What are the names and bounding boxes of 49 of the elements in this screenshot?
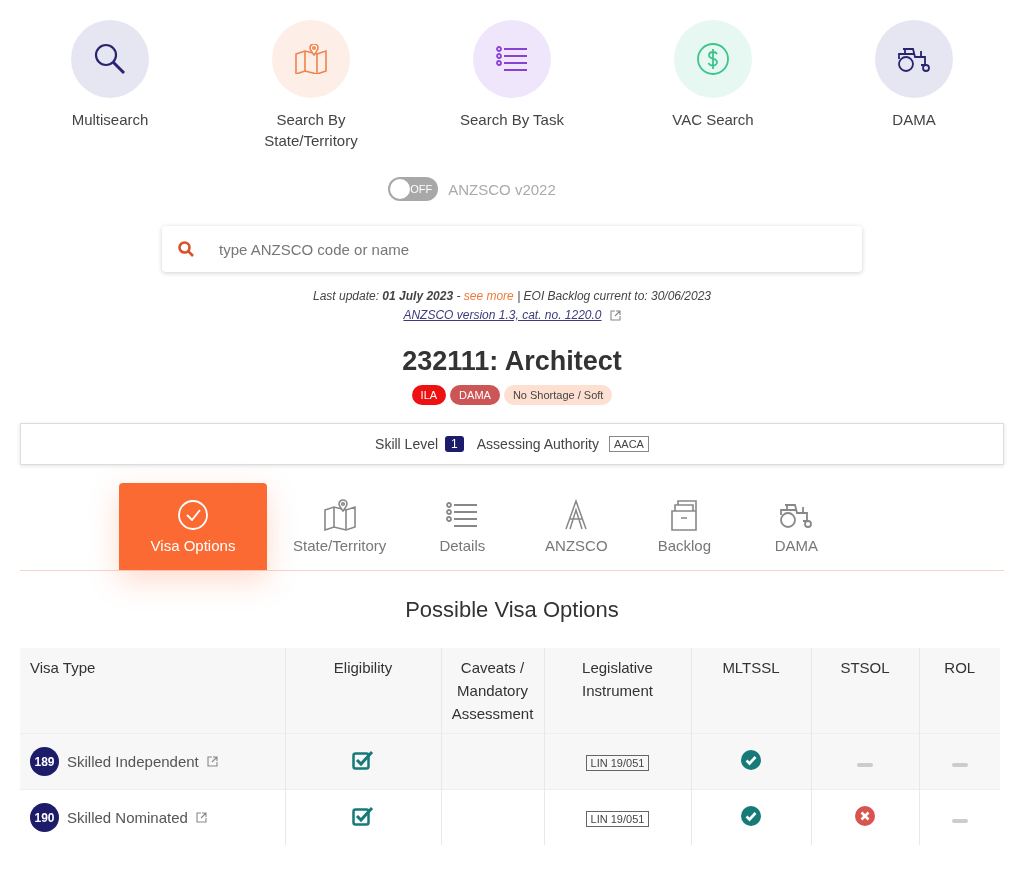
tab[interactable]: Details [412,483,513,570]
tag: No Shortage / Soft [503,385,613,405]
nav-label[interactable]: Multisearch [45,109,175,130]
nav-label[interactable]: Search By State/Territory [246,109,376,151]
nav-label[interactable]: Search By Task [447,109,577,130]
visa-code-badge: 190 [30,803,59,832]
external-link-icon [609,309,621,321]
tag: ILA [411,385,447,405]
search-field[interactable]: type ANZSCO code or name [162,226,862,272]
letter-a-icon [564,499,589,531]
nav-label[interactable]: DAMA [849,109,979,130]
tag: DAMA [450,385,500,405]
column-header: STSOL [811,648,919,734]
tab[interactable]: DAMA [746,483,847,570]
tab[interactable]: State/Territory [281,483,399,570]
box-icon [670,499,699,531]
check-circle-icon [177,499,209,531]
section-heading: Possible Visa Options [404,597,620,623]
column-header: Eligibility [285,648,441,734]
update-text: Last update: 01 July 2023 - see more | EOI Backlog current to: 30/06/2023 [312,289,712,303]
list-icon [496,46,528,72]
anzsco-version-link[interactable]: ANZSCO version 1.3, cat. no. 1220.0 [403,308,602,322]
dollar-icon [696,42,730,76]
authority-label: Assessing Authority [476,436,599,452]
instrument-tag: LIN 19/051 [585,755,650,771]
map-pin-icon [294,44,328,74]
toggle-label: ANZSCO v2022 [448,180,556,198]
visa-code-badge: 189 [30,747,59,776]
tab[interactable]: ANZSCO [526,483,627,570]
column-header: Legislative Instrument [544,648,691,734]
authority-tag: AACA [608,436,649,452]
occupation-title: 232111: Architect [402,346,622,377]
external-link-icon [195,812,207,823]
tab[interactable]: Backlog [634,483,735,570]
tractor-icon [897,45,931,73]
visa-name-link[interactable]: Skilled Independent [67,753,199,770]
column-header: Caveats / Mandatory Assessment [441,648,544,734]
instrument-tag: LIN 19/051 [585,811,650,827]
visa-name-link[interactable]: Skilled Nominated [67,809,188,826]
skill-level-badge: 1 [445,436,464,452]
column-header: MLTSSL [691,648,811,734]
external-link-icon [206,756,218,767]
search-icon [93,42,127,76]
column-header: Visa Type [20,648,285,734]
skill-level-label: Skill Level [375,436,439,452]
column-header: ROL [919,648,1000,734]
map-pin-icon [322,499,357,531]
nav-label[interactable]: VAC Search [648,109,778,130]
search-icon [178,241,194,257]
